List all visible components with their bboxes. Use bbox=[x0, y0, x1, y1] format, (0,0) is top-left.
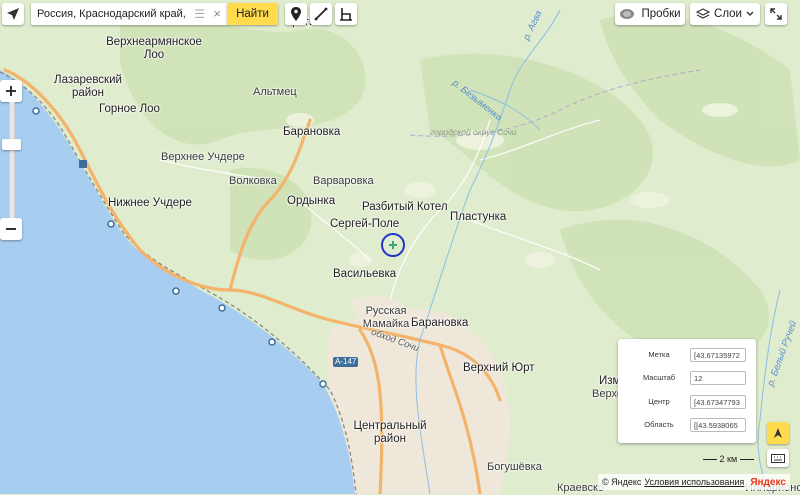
search-input[interactable] bbox=[37, 8, 187, 20]
placemark-field[interactable]: [43.67135972 bbox=[690, 348, 746, 362]
place-label: Верхний Юрт bbox=[463, 362, 535, 374]
route-icon bbox=[340, 8, 352, 21]
place-label: Верхнее Учдере bbox=[161, 151, 245, 163]
zoom-slider-track[interactable] bbox=[9, 102, 15, 218]
info-row-center: Центр [43.67347793 bbox=[618, 394, 756, 412]
place-label: Пластунка bbox=[450, 211, 507, 223]
route-tool-button[interactable] bbox=[335, 3, 357, 25]
bounds-field[interactable]: [[43.5938065 bbox=[690, 418, 746, 432]
search-button[interactable]: Найти bbox=[227, 3, 278, 25]
place-label: Ордынка bbox=[287, 195, 336, 207]
traffic-icon bbox=[620, 9, 635, 19]
traffic-label: Пробки bbox=[641, 8, 681, 20]
yandex-logo[interactable]: Яндекс bbox=[750, 477, 786, 488]
info-row-placemark: Метка [43.67135972 bbox=[618, 347, 756, 365]
zoom-in-button[interactable] bbox=[0, 80, 22, 102]
close-icon[interactable]: × bbox=[213, 6, 221, 21]
zoom-field[interactable]: 12 bbox=[690, 371, 746, 385]
keyboard-icon bbox=[771, 453, 785, 463]
place-label: Русская Мамайка bbox=[362, 305, 410, 330]
place-label: Центральный район bbox=[353, 420, 427, 445]
copyright-bar: © Яндекс Условия использования Яндекс bbox=[598, 474, 790, 490]
chevron-down-icon bbox=[746, 11, 754, 16]
place-label: Барановка bbox=[283, 126, 341, 138]
ruler-tool-button[interactable] bbox=[310, 3, 332, 25]
copyright-text: © Яндекс bbox=[602, 477, 642, 487]
place-label: Лазаревский район bbox=[54, 74, 122, 99]
keyboard-button[interactable] bbox=[767, 449, 789, 467]
place-label: Сергей-Поле bbox=[330, 218, 400, 230]
ruler-icon bbox=[314, 7, 328, 21]
zoom-out-icon bbox=[6, 228, 16, 230]
center-field[interactable]: [43.67347793 bbox=[690, 395, 746, 409]
location-arrow-icon bbox=[7, 8, 19, 20]
station-icon bbox=[79, 160, 87, 168]
info-row-zoom: Масштаб 12 bbox=[618, 370, 756, 388]
zoom-slider-handle[interactable] bbox=[2, 139, 21, 150]
scale-line bbox=[703, 459, 717, 461]
place-label: Богушёвка bbox=[487, 461, 542, 473]
search-box[interactable]: ☰ × bbox=[31, 3, 227, 25]
place-label: Краевско bbox=[557, 482, 605, 494]
place-label: Горное Лоо bbox=[99, 103, 160, 115]
layers-label: Слои bbox=[714, 8, 742, 20]
scale-label: 2 км bbox=[719, 454, 738, 464]
info-button[interactable] bbox=[767, 422, 789, 444]
zoom-in-icon bbox=[6, 86, 16, 96]
info-icon bbox=[774, 428, 782, 438]
info-row-bounds: Область [[43.5938065 bbox=[618, 417, 756, 435]
place-label: Разбитый Котел bbox=[362, 201, 448, 213]
placemark-tool-button[interactable] bbox=[285, 3, 307, 25]
info-label: Центр bbox=[648, 397, 670, 406]
road-shield: А-147 bbox=[333, 357, 359, 367]
zoom-out-button[interactable] bbox=[0, 218, 22, 240]
info-label: Масштаб bbox=[642, 373, 676, 382]
admin-label: городской округ Сочи bbox=[430, 127, 517, 137]
info-label: Область bbox=[644, 420, 674, 429]
place-label: Барановка bbox=[411, 317, 469, 329]
scale-bar: 2 км bbox=[703, 454, 754, 464]
place-label: Альтмец bbox=[253, 86, 297, 98]
traffic-button[interactable]: Пробки bbox=[615, 3, 685, 25]
location-button[interactable] bbox=[2, 3, 24, 25]
place-label: Нижнее Учдере bbox=[108, 197, 192, 209]
place-label: Волковка bbox=[229, 175, 277, 187]
place-label: Верхнеармянское Лоо bbox=[106, 36, 202, 61]
clear-icon[interactable]: ☰ bbox=[194, 7, 205, 21]
scale-line bbox=[739, 459, 754, 461]
coordinates-panel: Метка [43.67135972 Масштаб 12 Центр [43.… bbox=[618, 339, 756, 443]
layers-button[interactable]: Слои bbox=[690, 3, 760, 25]
place-label: Васильевка bbox=[333, 268, 397, 280]
fullscreen-icon bbox=[770, 8, 782, 20]
layers-icon bbox=[696, 8, 711, 19]
placemark-icon bbox=[291, 7, 301, 21]
place-label: Варваровка bbox=[313, 175, 374, 187]
terms-link[interactable]: Условия использования bbox=[644, 477, 744, 487]
info-label: Метка bbox=[648, 350, 670, 359]
fullscreen-button[interactable] bbox=[765, 3, 787, 25]
